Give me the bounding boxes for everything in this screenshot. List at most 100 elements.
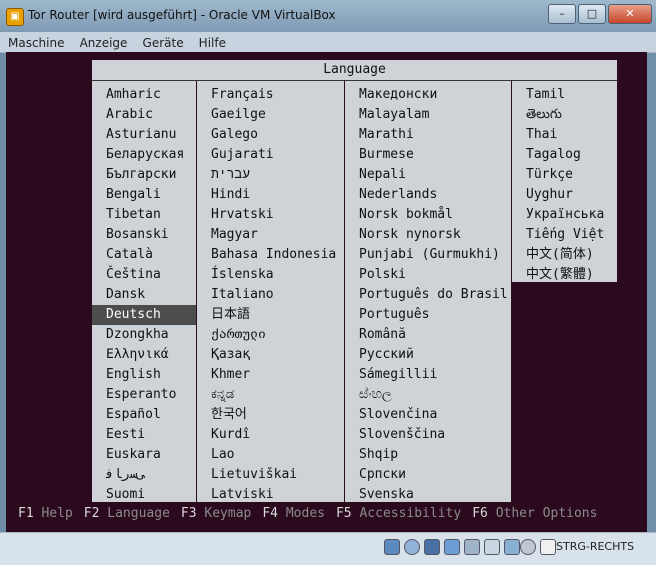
language-item[interactable]: Uyghur (512, 185, 617, 205)
minimize-button[interactable]: – (548, 4, 576, 24)
language-item[interactable]: Asturianu (92, 125, 196, 145)
language-item[interactable]: ස්ංහල (345, 385, 511, 405)
language-item[interactable]: Burmese (345, 145, 511, 165)
language-item[interactable]: Marathi (345, 125, 511, 145)
language-item[interactable]: Tamil (512, 85, 617, 105)
language-item[interactable]: 日本語 (197, 305, 344, 325)
language-item[interactable]: Čeština (92, 265, 196, 285)
function-key-bar: F1 Help F2 Language F3 Keymap F4 Modes F5 Ac… (18, 504, 643, 524)
usb-icon[interactable] (424, 539, 440, 555)
language-item[interactable]: Shqip (345, 445, 511, 465)
language-item[interactable]: Slovenčina (345, 405, 511, 425)
language-item[interactable]: Tibetan (92, 205, 196, 225)
language-item[interactable]: Српски (345, 465, 511, 485)
vm-screen[interactable]: Language Amharic Arabic Asturianu Беларуска… (6, 52, 647, 532)
language-item[interactable]: Kurdî (197, 425, 344, 445)
language-item[interactable]: Dansk (92, 285, 196, 305)
language-item[interactable]: తెలుగు (512, 105, 617, 125)
language-item[interactable]: Bosanski (92, 225, 196, 245)
network-icon[interactable] (444, 539, 460, 555)
shared-folder-icon[interactable] (464, 539, 480, 555)
language-item[interactable]: ಕನ್ನಡ (197, 385, 344, 405)
language-item[interactable]: Gaeilge (197, 105, 344, 125)
language-item[interactable]: ﻰﺳﺭﺎﻓ (92, 465, 196, 485)
language-item[interactable]: Hindi (197, 185, 344, 205)
fkey-f3[interactable]: F3 (181, 506, 197, 521)
language-item[interactable]: Arabic (92, 105, 196, 125)
language-item[interactable]: Français (197, 85, 344, 105)
language-item[interactable]: Română (345, 325, 511, 345)
language-item[interactable]: Bengali (92, 185, 196, 205)
language-item[interactable]: Македонски (345, 85, 511, 105)
language-item[interactable]: Български (92, 165, 196, 185)
language-item[interactable]: עברית (197, 165, 344, 185)
language-item[interactable]: Українська (512, 205, 617, 225)
language-column-2: Français Gaeilge Galego Gujarati עברית Hindi H… (197, 81, 344, 502)
language-item[interactable]: Punjabi (Gurmukhi) (345, 245, 511, 265)
language-item[interactable]: Thai (512, 125, 617, 145)
language-item[interactable]: Ελληνικά (92, 345, 196, 365)
menu-hilfe[interactable]: Hilfe (199, 33, 226, 53)
fkey-f4[interactable]: F4 (262, 506, 278, 521)
language-item[interactable]: Suomi (92, 485, 196, 505)
language-item[interactable]: Қазақ (197, 345, 344, 365)
language-item[interactable]: ქართული (197, 325, 344, 345)
language-item[interactable]: Tiếng Việt (512, 225, 617, 245)
language-item[interactable]: Català (92, 245, 196, 265)
language-item[interactable]: 한국어 (197, 405, 344, 425)
language-item[interactable]: Nederlands (345, 185, 511, 205)
fkey-f1[interactable]: F1 (18, 506, 34, 521)
language-item[interactable]: Norsk bokmål (345, 205, 511, 225)
language-item[interactable]: Khmer (197, 365, 344, 385)
language-item[interactable]: Español (92, 405, 196, 425)
fkey-f6[interactable]: F6 (472, 506, 488, 521)
optical-drive-icon[interactable] (404, 539, 420, 555)
language-item[interactable]: Português do Brasil (345, 285, 511, 305)
language-item[interactable]: 中文(繁體) (512, 265, 617, 285)
language-item-selected[interactable]: Deutsch (92, 305, 196, 325)
language-item[interactable]: Magyar (197, 225, 344, 245)
language-item[interactable]: Euskara (92, 445, 196, 465)
language-item[interactable]: Latviski (197, 485, 344, 505)
language-item[interactable]: Tagalog (512, 145, 617, 165)
language-item[interactable]: Amharic (92, 85, 196, 105)
video-capture-icon[interactable] (504, 539, 520, 555)
language-item[interactable]: 中文(简体) (512, 245, 617, 265)
language-item[interactable]: Galego (197, 125, 344, 145)
language-item[interactable]: Íslenska (197, 265, 344, 285)
language-item[interactable]: Lietuviškai (197, 465, 344, 485)
language-item[interactable]: Slovenščina (345, 425, 511, 445)
language-item[interactable]: Hrvatski (197, 205, 344, 225)
language-item[interactable]: Беларуская (92, 145, 196, 165)
close-button[interactable]: ✕ (608, 4, 652, 24)
maximize-button[interactable]: □ (578, 4, 606, 24)
language-item[interactable]: Polski (345, 265, 511, 285)
fkey-f2[interactable]: F2 (84, 506, 100, 521)
language-item[interactable]: Bahasa Indonesia (197, 245, 344, 265)
language-item[interactable]: English (92, 365, 196, 385)
hard-disk-icon[interactable] (384, 539, 400, 555)
language-item[interactable]: Lao (197, 445, 344, 465)
language-column-1: Amharic Arabic Asturianu Беларуская Българск… (92, 81, 196, 502)
language-item[interactable]: Esperanto (92, 385, 196, 405)
language-item[interactable]: Dzongkha (92, 325, 196, 345)
host-key-label: STRG-RECHTS (556, 540, 635, 553)
fkey-f5[interactable]: F5 (336, 506, 352, 521)
language-item[interactable]: Italiano (197, 285, 344, 305)
menu-maschine[interactable]: Maschine (8, 33, 64, 53)
language-item[interactable]: Nepali (345, 165, 511, 185)
language-item[interactable]: Русский (345, 345, 511, 365)
language-item[interactable]: Malayalam (345, 105, 511, 125)
display-icon[interactable] (484, 539, 500, 555)
menu-anzeige[interactable]: Anzeige (80, 33, 128, 53)
language-item[interactable]: Svenska (345, 485, 511, 505)
language-item[interactable]: Sámegillii (345, 365, 511, 385)
language-item[interactable]: Português (345, 305, 511, 325)
language-item[interactable]: Gujarati (197, 145, 344, 165)
language-item[interactable]: Eesti (92, 425, 196, 445)
menu-geraete[interactable]: Geräte (143, 33, 184, 53)
mouse-integration-icon[interactable] (520, 539, 536, 555)
title-bar[interactable]: ▣ Tor Router [wird ausgeführt] - Oracle … (0, 0, 656, 33)
language-item[interactable]: Türkçe (512, 165, 617, 185)
language-item[interactable]: Norsk nynorsk (345, 225, 511, 245)
